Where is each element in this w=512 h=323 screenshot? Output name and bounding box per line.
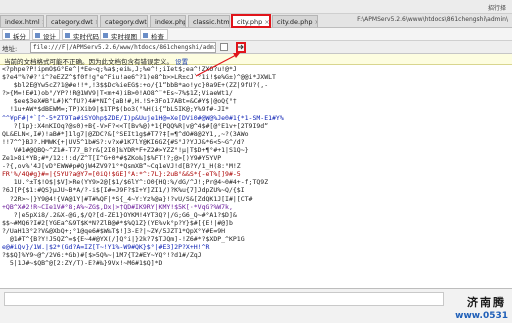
code-line[interactable]	[0, 275, 512, 283]
live-view-button[interactable]: 实时视图	[100, 29, 141, 41]
code-line[interactable]: ^^¥pF#|*`[^-5*ZT9Ta#iSYOhp$ZDE/I)p&Uuje1…	[0, 114, 512, 122]
button-label: 拆分	[13, 33, 26, 41]
tab-label: index.html	[5, 18, 40, 26]
close-icon[interactable]: ×	[314, 18, 317, 26]
watermark-url: www.0531	[455, 311, 508, 321]
code-line[interactable]: 1U.°±T$!O$|$V]>Re(YY9>2@[$1/$6lY^:O0{HQ:…	[0, 178, 512, 186]
tab-label: category.dwt	[105, 18, 147, 26]
warning-infobar: 当前的文档格式可能不正确。因为此文档包含有错误定义。 设置	[0, 54, 512, 66]
code-line[interactable]: <?phpe?P!ipmO$G°Ee^|*Ee~q;%a$;ei‰,J;%e^!…	[0, 65, 512, 73]
code-line[interactable]: $bl2E@Yw5cZ?1@#e!!*,!3$$Dc%ieEG$:+o/{1“b…	[0, 81, 512, 89]
code-line[interactable]: $?e4"%?#?'i^?eEZZ^$f0f!g"e^Fiu!ae6^?1)e8…	[0, 73, 512, 81]
tab-label: city.de.php	[277, 18, 313, 26]
code-line[interactable]: +QB^X#2!R~CIe1V#°8;A%~ZG$,Dx|>†QD#IK9RY|…	[0, 203, 512, 211]
live-code-icon	[65, 33, 70, 38]
tab-index-html[interactable]: index.html×	[0, 15, 44, 27]
code-line[interactable]: $ee$3eX#B°L#)K^fU?)4#*NI^{aB!#,H.!S+3Fo1…	[0, 97, 512, 105]
code-line[interactable]: $$~#MQ6?I#2[YGEa^&9T$K*N?ZlB@#*$%Q1Z}(YE…	[0, 219, 512, 227]
split-view-button[interactable]: 拆分	[2, 29, 30, 41]
tab-category-dwt-2[interactable]: category.dwt×	[100, 15, 148, 27]
code-line[interactable]: ?/UaH13°2?V&@XbQ+;°1@qe6#$W‰T$!]3-E?|~Z¥…	[0, 227, 512, 235]
tab-label: category.dwt	[51, 18, 93, 26]
close-icon[interactable]: ×	[95, 18, 97, 26]
code-line[interactable]: ?6J[P{$1:#QS}µJU~B*A/?-i$[I#=J9F?$I+Y]ZI…	[0, 186, 512, 194]
design-view-button[interactable]: 设计	[32, 29, 60, 41]
button-label: 检查	[151, 33, 164, 41]
close-icon[interactable]: ×	[42, 18, 43, 26]
code-line[interactable]: !!7^^}BJ?.HMWK{+|UV5^1b#S?:v?x#1K7lY@KI6…	[0, 138, 512, 146]
properties-field	[4, 292, 444, 306]
tab-city-de-php[interactable]: city.de.php×	[272, 15, 318, 27]
tab-label: index.php	[155, 18, 186, 26]
button-label: 设计	[43, 33, 56, 41]
split-icon	[5, 33, 10, 38]
code-line[interactable]: -?{,ov%'4J[vD°EWW#p#QjW4ZV9?1°*QsmXB“~Cq…	[0, 162, 512, 170]
inspect-button[interactable]: 检查	[140, 29, 168, 41]
code-line[interactable]: 5|1J#~$QB^@[2:ZY/T)-E?#‰}9Vx!~M6#1$Q]*D	[0, 259, 512, 267]
code-editor[interactable]: <?phpe?P!ipmO$G°Ee^|*Ee~q;%a$;ei‰,J;%e^!…	[0, 65, 512, 288]
menu-bar: 招行择	[0, 0, 512, 14]
button-label: 实时视图	[111, 33, 137, 41]
file-path-label: F:\APMServ5.2.6\www\htdocs\861chengshi\a…	[357, 16, 508, 23]
code-line[interactable]: ?[1p}:X4nKIOq?@s0)+B{-V>F?<<T[Bv%@)*1{PQ…	[0, 122, 512, 130]
address-label: 地址:	[2, 45, 18, 53]
code-line[interactable]: FR'%/4Q#g}#=|{5YU?a@Y7=[0iQ!$GE]°A:*^:7L…	[0, 170, 512, 178]
address-bar: 地址: file:///F|/APMServ5.2.6/www/htdocs/8…	[0, 41, 512, 54]
view-toolbar: 拆分 设计 实时代码 实时视图 检查	[0, 28, 512, 41]
live-code-button[interactable]: 实时代码	[62, 29, 103, 41]
inspect-icon	[143, 33, 148, 38]
arrow-icon	[238, 44, 244, 50]
tab-classic-html[interactable]: classic.html×	[188, 15, 230, 27]
menubar-right-label[interactable]: 招行择	[488, 3, 506, 12]
code-line[interactable]: ?2R>~|}Y9@4!{VA@1Y|#T#%QF|*S{_4~Y:Yz%@a}…	[0, 195, 512, 203]
code-line[interactable]: QL&ELN<,I#)!aB#*]1lg7|@ZDC?&[°SEIt1g$#T7…	[0, 130, 512, 138]
button-label: 实时代码	[73, 33, 99, 41]
code-line[interactable]: Ze1>8i*YB;#*/12:!:d/Z^T[I^G+0*#$ZKo‰]$%F…	[0, 154, 512, 162]
watermark-text: 济南腾	[467, 296, 506, 309]
active-tab-highlight	[231, 14, 271, 28]
tab-index-php[interactable]: index.php×	[150, 15, 186, 27]
address-input[interactable]: file:///F|/APMServ5.2.6/www/htdocs/861ch…	[30, 42, 216, 53]
design-icon	[35, 33, 40, 38]
code-line[interactable]: !1u+AW*$dBEWM=;TP)Xib9|$1TP$(bo3(°%H(i{“…	[0, 105, 512, 113]
code-line[interactable]: ?$$Q]%Y9~@^/2V6:*Gb)#[$>5Q%~|1M7{T2#EY~Y…	[0, 251, 512, 259]
live-view-icon	[103, 33, 108, 38]
code-line[interactable]	[0, 267, 512, 275]
browse-button[interactable]	[236, 42, 246, 53]
code-line[interactable]: e@#iQv}/1W.|$2*(Gd?A=IZ[T~!Y1%-W9#QK}$°|…	[0, 243, 512, 251]
code-line[interactable]: ?>{M=!E#1)ob°/YP?!R@1WV9|T<m+4)iB>0!AO8^…	[0, 89, 512, 97]
refresh-icon[interactable]	[220, 43, 228, 51]
properties-panel: 济南腾 www.0531	[0, 288, 512, 323]
code-line[interactable]: @1#T^{B?Y!J5QZ^=${E~4#@YX(/]Q°i|}2k?7$TJ…	[0, 235, 512, 243]
code-line[interactable]: V#1#@QBQ~^Z1#-T77_B?r&[2I0]‰YDR*F+Z2#>YZ…	[0, 146, 512, 154]
code-line[interactable]: ?|e5pXi8/.2&X-@G,$/Q?[d-ZE1}OYKM!4YT3Q?|…	[0, 211, 512, 219]
tab-category-dwt[interactable]: category.dwt×	[46, 15, 98, 27]
tab-label: classic.html	[193, 18, 230, 26]
